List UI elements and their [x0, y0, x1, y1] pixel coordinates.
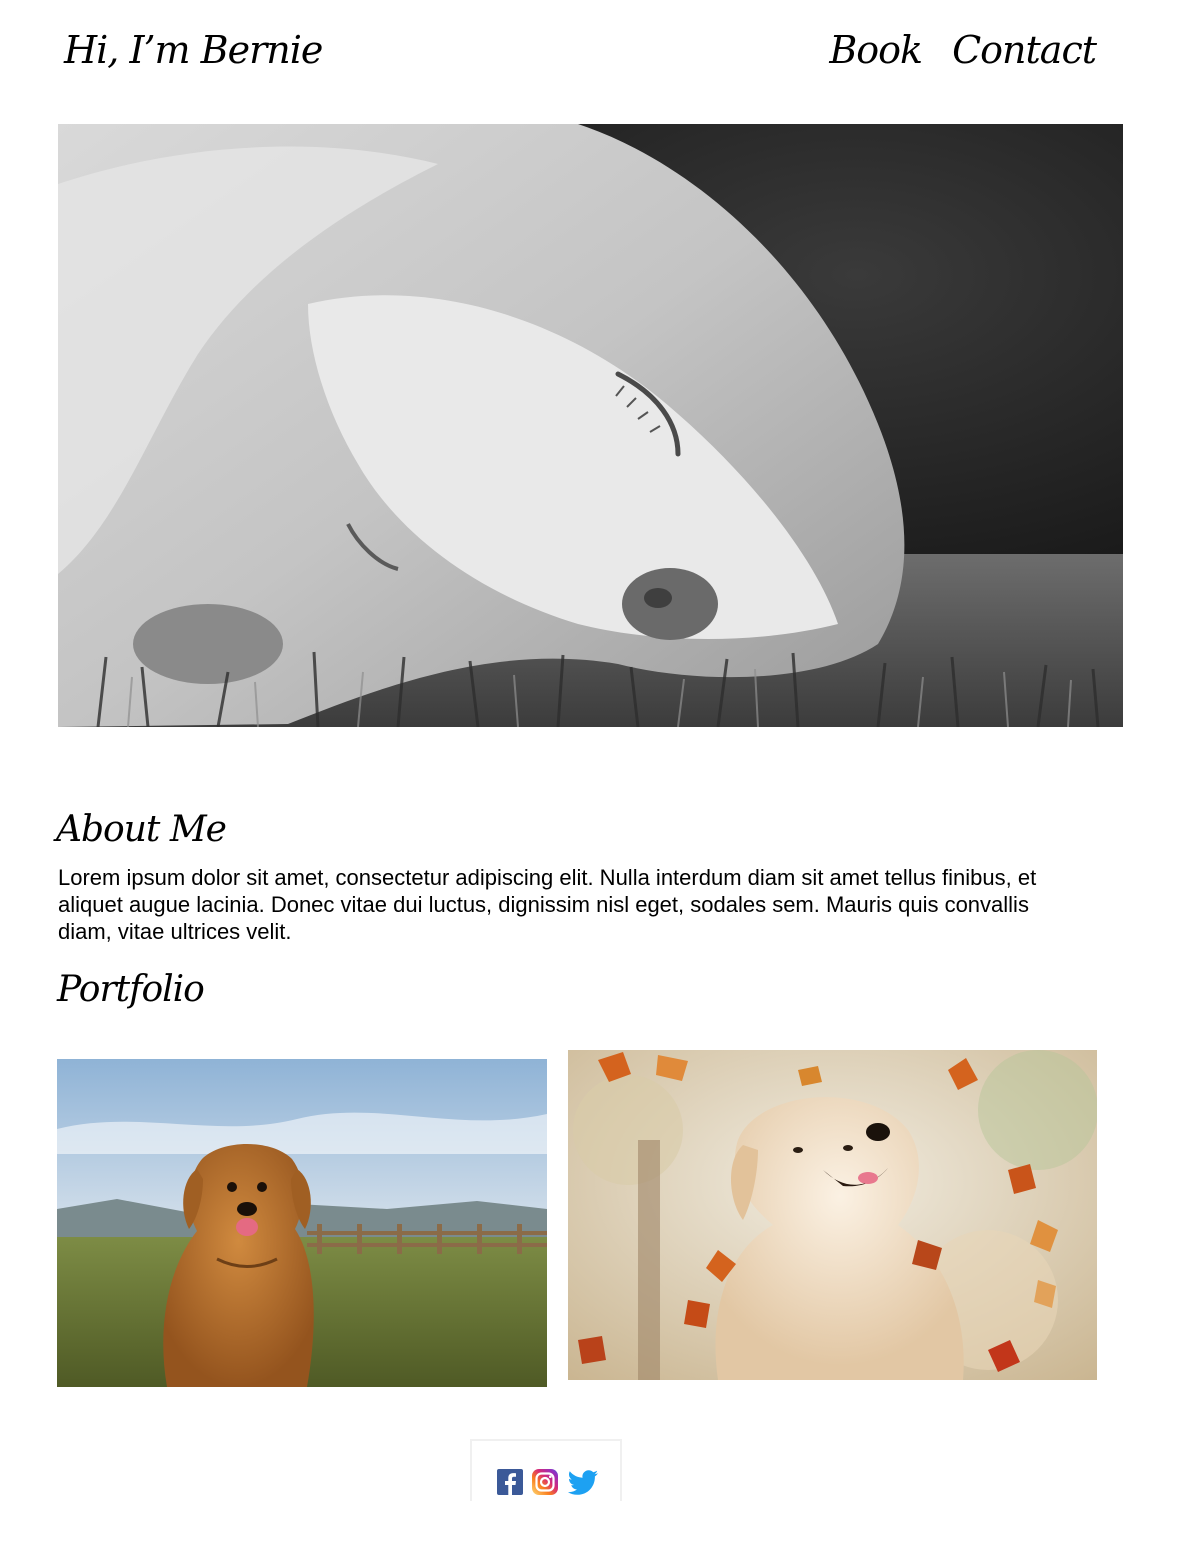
site-brand[interactable]: Hi, I’m Bernie: [64, 26, 323, 74]
nav-contact-link[interactable]: Contact: [952, 26, 1097, 74]
about-text: Lorem ipsum dolor sit amet, consectetur …: [58, 865, 1037, 944]
about-heading: About Me: [56, 809, 227, 850]
portfolio-image-field[interactable]: [57, 1059, 547, 1387]
facebook-icon[interactable]: [495, 1467, 525, 1497]
twitter-icon[interactable]: [566, 1467, 598, 1497]
instagram-icon[interactable]: [530, 1467, 560, 1497]
main-nav: Book Contact: [829, 26, 1097, 74]
hero-image: [58, 124, 1123, 727]
social-links: [470, 1439, 622, 1501]
golden-retriever-leaves-photo: [568, 1050, 1097, 1380]
portfolio-image-leaves[interactable]: [568, 1050, 1097, 1380]
nav-book-link[interactable]: Book: [829, 26, 923, 74]
golden-retriever-field-photo: [57, 1059, 547, 1387]
sleeping-dog-photo: [58, 124, 1123, 727]
portfolio-heading: Portfolio: [57, 969, 205, 1010]
